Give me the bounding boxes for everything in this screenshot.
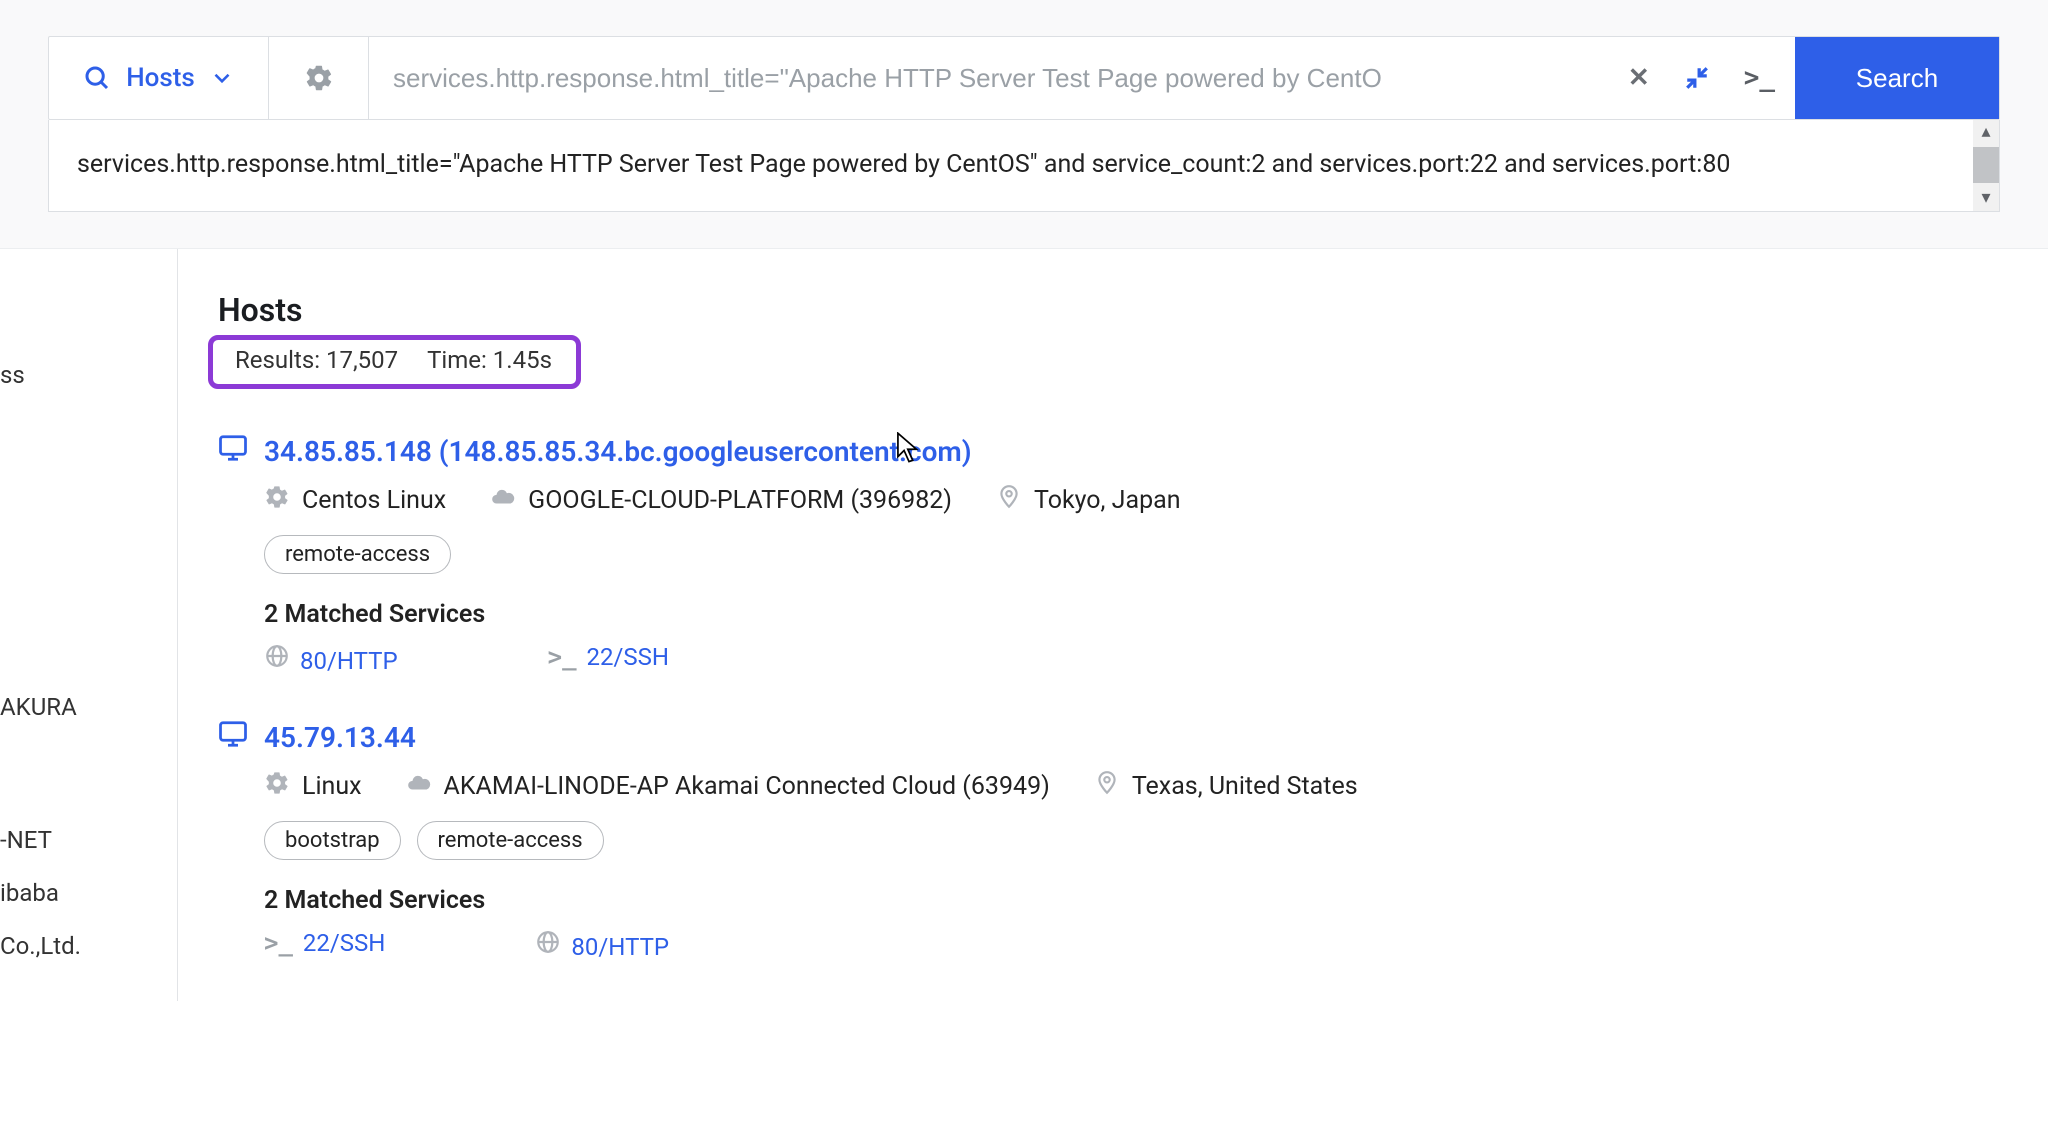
results-stats-highlight: Results: 17,507 Time: 1.45s (208, 335, 581, 389)
results-panel: Hosts Results: 17,507 Time: 1.45s 34.85.… (178, 249, 2048, 1001)
monitor-icon (218, 433, 248, 470)
query-scrollbar[interactable]: ▴ ▾ (1973, 120, 1999, 211)
full-query-display[interactable]: services.http.response.html_title="Apach… (48, 120, 2000, 212)
search-input-wrapper: ✕ >_ (369, 37, 1795, 119)
service-link[interactable]: >_22/SSH (264, 929, 385, 961)
result-location: Tokyo, Japan (996, 484, 1181, 517)
tag[interactable]: remote-access (417, 821, 604, 860)
search-result: 45.79.13.44 Linux AKAMAI-LINODE-AP Akamai … (218, 719, 2008, 961)
result-location: Texas, United States (1094, 770, 1358, 803)
sidebar-item[interactable]: -NET (0, 814, 177, 867)
service-link[interactable]: 80/HTTP (535, 929, 669, 961)
result-os: Centos Linux (264, 484, 446, 517)
globe-icon (264, 647, 290, 675)
tag[interactable]: remote-access (264, 535, 451, 574)
pin-icon (996, 484, 1022, 517)
sidebar-item[interactable]: ibaba (0, 867, 177, 920)
full-query-text: services.http.response.html_title="Apach… (77, 150, 1730, 179)
result-tags: remote-access (218, 535, 2008, 574)
search-icon (82, 63, 112, 93)
search-bar: Hosts ✕ >_ Search (48, 36, 2000, 120)
service-link[interactable]: 80/HTTP (264, 643, 398, 675)
result-tags: bootstrap remote-access (218, 821, 2008, 860)
result-ip-link[interactable]: 34.85.85.148 (148.85.85.34.bc.googleuser… (264, 435, 972, 468)
service-list: 80/HTTP >_22/SSH (218, 643, 2008, 675)
result-ip-link[interactable]: 45.79.13.44 (264, 721, 416, 754)
gear-icon (304, 63, 334, 93)
search-input-tools: ✕ >_ (1628, 65, 1775, 91)
globe-icon (535, 933, 561, 961)
result-os: Linux (264, 770, 362, 803)
scroll-thumb[interactable] (1973, 147, 1999, 183)
service-list: >_22/SSH 80/HTTP (218, 929, 2008, 961)
sidebar-item[interactable]: AKURA (0, 681, 177, 734)
terminal-icon: >_ (264, 929, 293, 957)
left-sidebar: ss AKURA -NETibabaCo.,Ltd. (0, 249, 178, 1001)
chevron-down-icon (209, 65, 235, 91)
terminal-icon: >_ (548, 643, 577, 671)
tag[interactable]: bootstrap (264, 821, 401, 860)
search-settings-button[interactable] (269, 37, 369, 119)
results-title: Hosts (218, 291, 2008, 329)
search-button[interactable]: Search (1795, 37, 1999, 119)
matched-services-header: 2 Matched Services (218, 886, 2008, 915)
cloud-icon (490, 484, 516, 517)
result-asn: GOOGLE-CLOUD-PLATFORM (396982) (490, 484, 952, 517)
cloud-icon (406, 770, 432, 803)
search-area: Hosts ✕ >_ Search services.http.re (0, 0, 2048, 249)
pin-icon (1094, 770, 1120, 803)
result-title[interactable]: 45.79.13.44 (218, 719, 2008, 756)
gear-icon (264, 770, 290, 803)
result-asn: AKAMAI-LINODE-AP Akamai Connected Cloud … (406, 770, 1050, 803)
scroll-up-icon[interactable]: ▴ (1973, 120, 1999, 144)
search-result: 34.85.85.148 (148.85.85.34.bc.googleuser… (218, 433, 2008, 675)
dataset-selector-label: Hosts (126, 63, 195, 93)
collapse-icon[interactable] (1684, 65, 1710, 91)
clear-icon[interactable]: ✕ (1628, 65, 1650, 91)
monitor-icon (218, 719, 248, 756)
results-count: Results: 17,507 (235, 346, 398, 374)
gear-icon (264, 484, 290, 517)
search-input[interactable] (369, 37, 1795, 119)
dataset-selector[interactable]: Hosts (49, 37, 269, 119)
scroll-down-icon[interactable]: ▾ (1973, 187, 1999, 211)
result-meta-line: Centos Linux GOOGLE-CLOUD-PLATFORM (39698… (218, 484, 2008, 517)
results-time: Time: 1.45s (427, 346, 552, 374)
matched-services-header: 2 Matched Services (218, 600, 2008, 629)
main-content: ss AKURA -NETibabaCo.,Ltd. Hosts Results: … (0, 249, 2048, 1001)
result-title[interactable]: 34.85.85.148 (148.85.85.34.bc.googleuser… (218, 433, 2008, 470)
result-meta-line: Linux AKAMAI-LINODE-AP Akamai Connected C… (218, 770, 2008, 803)
sidebar-item[interactable]: ss (0, 349, 177, 402)
service-link[interactable]: >_22/SSH (548, 643, 669, 675)
sidebar-item[interactable]: Co.,Ltd. (0, 920, 177, 973)
terminal-icon[interactable]: >_ (1744, 65, 1775, 91)
